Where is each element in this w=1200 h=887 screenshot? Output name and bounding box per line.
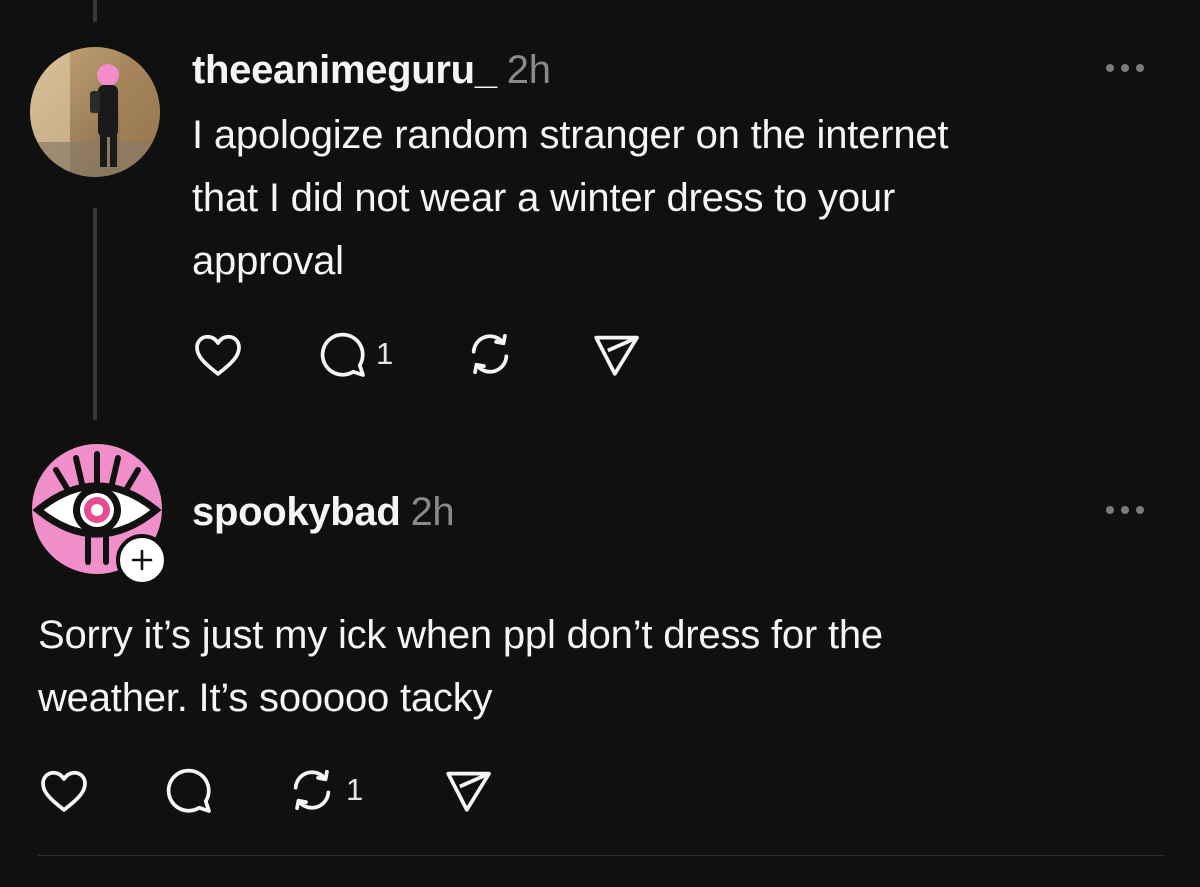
post-divider — [38, 855, 1164, 856]
thread-connector — [93, 208, 97, 420]
timestamp: 2h — [506, 48, 551, 92]
heart-icon — [41, 770, 87, 812]
heart-icon — [195, 334, 241, 376]
repost-count: 1 — [346, 772, 364, 807]
reply-button[interactable]: 1 — [314, 326, 393, 382]
comment-icon — [166, 768, 211, 813]
reply-button[interactable] — [160, 762, 216, 818]
action-bar: 1 — [190, 326, 670, 382]
like-button[interactable] — [190, 326, 246, 382]
post-text: I apologize random stranger on the inter… — [192, 113, 949, 283]
follow-button[interactable] — [116, 534, 168, 586]
action-bar: 1 — [36, 762, 516, 818]
share-button[interactable] — [440, 762, 496, 818]
post-text: Sorry it’s just my ick when ppl don’t dr… — [38, 613, 883, 720]
username[interactable]: theeanimeguru_ — [192, 48, 497, 92]
share-button[interactable] — [588, 326, 644, 382]
post-header: spookybad 2h — [192, 490, 455, 534]
more-options-icon[interactable] — [1106, 64, 1144, 72]
repost-button[interactable]: 1 — [284, 762, 363, 818]
user-avatar[interactable] — [30, 47, 160, 177]
timestamp: 2h — [410, 490, 455, 534]
thread-connector-top — [93, 0, 97, 22]
reply-count: 1 — [376, 336, 394, 371]
comment-icon — [320, 332, 365, 377]
username[interactable]: spookybad — [192, 490, 401, 534]
repost-button[interactable] — [462, 326, 518, 382]
repost-icon — [471, 333, 509, 375]
repost-icon — [293, 769, 331, 811]
send-icon — [446, 771, 491, 812]
like-button[interactable] — [36, 762, 92, 818]
plus-icon — [131, 549, 153, 571]
send-icon — [594, 335, 639, 376]
more-options-icon[interactable] — [1106, 506, 1144, 514]
post-header: theeanimeguru_ 2h — [192, 50, 551, 90]
